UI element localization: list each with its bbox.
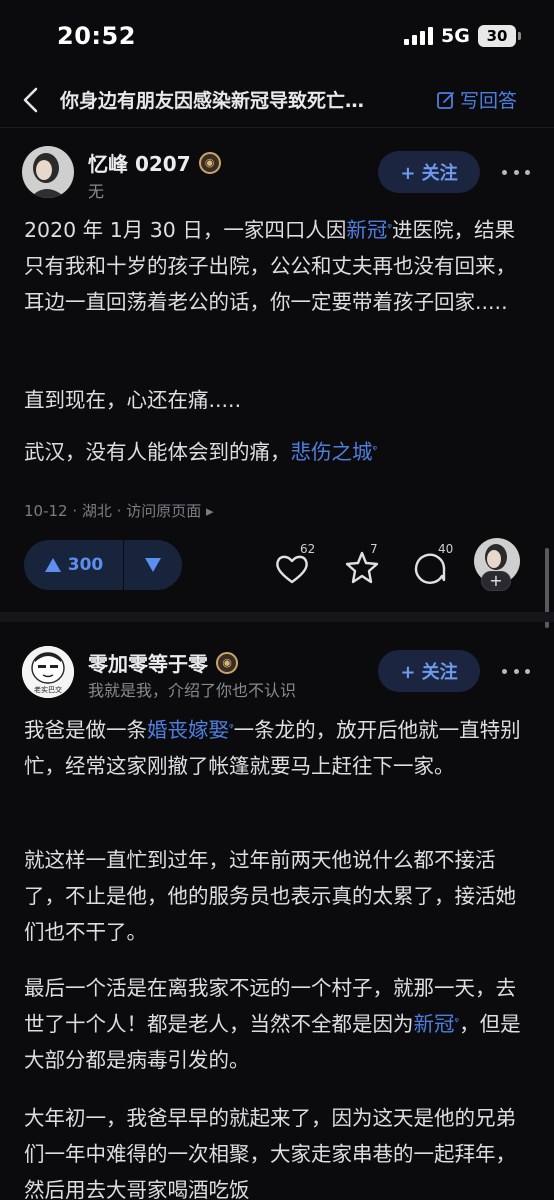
vote-count: 300 bbox=[67, 555, 104, 575]
favorite-count: 7 bbox=[370, 542, 378, 556]
answer-paragraph: 大年初一，我爸早早的就起来了，因为这天是他的兄弟们一年中难得的一次相聚，大家走家… bbox=[24, 1100, 532, 1200]
status-bar: 20:52 5G 30 bbox=[0, 0, 554, 72]
back-icon[interactable] bbox=[20, 86, 42, 114]
answer-divider bbox=[0, 612, 554, 622]
follow-button[interactable]: + 关注 bbox=[378, 151, 480, 193]
eye-badge-icon: ◉ bbox=[216, 651, 238, 674]
answer-paragraph: 2020 年 1月 30 日，一家四口人因新冠ᵠ进医院，结果只有我和十岁的孩子出… bbox=[24, 212, 532, 320]
edit-icon bbox=[437, 91, 454, 109]
avatar-meme: 老实巴交 bbox=[22, 646, 74, 698]
avatar-photo bbox=[22, 146, 74, 198]
search-glyph-icon: ᵠ bbox=[387, 221, 392, 234]
nav-bar: 你身边有朋友因感染新冠导致死亡… 写回答 bbox=[0, 72, 554, 128]
upvote-button[interactable]: 300 bbox=[24, 540, 124, 590]
text-segment: 直到现在，心还在痛..... bbox=[24, 388, 242, 412]
write-answer-label: 写回答 bbox=[460, 90, 518, 112]
answer-paragraph: 直到现在，心还在痛..... bbox=[24, 382, 532, 418]
text-segment: 我爸是做一条 bbox=[24, 718, 147, 742]
avatar[interactable] bbox=[22, 146, 74, 198]
author-name[interactable]: 忆峰 0207 bbox=[88, 148, 191, 177]
text-segment: 就这样一直忙到过年，过年前两天他说什么都不接活了，不止是他，他的服务员也表示真的… bbox=[24, 848, 516, 944]
battery-tip bbox=[518, 32, 521, 40]
battery-indicator: 30 bbox=[478, 25, 516, 47]
answer-paragraph: 最后一个活是在离我家不远的一个村子，就那一天，去世了十个人！都是老人，当然不全都… bbox=[24, 970, 532, 1078]
answer-paragraph: 武汉，没有人能体会到的痛，悲伤之城ᵠ bbox=[24, 434, 532, 470]
vote-control: 300 bbox=[24, 540, 182, 590]
link-text: 婚丧嫁娶 bbox=[147, 718, 229, 742]
more-icon[interactable] bbox=[502, 167, 530, 177]
like-count: 62 bbox=[300, 542, 316, 556]
search-glyph-icon: ᵠ bbox=[372, 443, 378, 456]
follow-plus-icon[interactable]: + bbox=[481, 571, 511, 591]
downvote-button[interactable] bbox=[124, 540, 182, 590]
topic-link[interactable]: 新冠ᵠ bbox=[346, 218, 392, 242]
topic-link[interactable]: 婚丧嫁娶ᵠ bbox=[147, 718, 234, 742]
signal-icon bbox=[404, 27, 433, 45]
link-text: 悲伤之城 bbox=[290, 440, 373, 464]
network-type: 5G bbox=[441, 25, 470, 47]
eye-badge-icon: ◉ bbox=[198, 151, 221, 174]
author-row: 忆峰 0207 ◉ bbox=[88, 148, 221, 177]
downvote-icon bbox=[145, 558, 161, 572]
author-row: 零加零等于零 ◉ bbox=[88, 648, 238, 677]
avatar[interactable]: 老实巴交 bbox=[22, 646, 74, 698]
link-text: 新冠 bbox=[413, 1012, 455, 1036]
answer-paragraph: 就这样一直忙到过年，过年前两天他说什么都不接活了，不止是他，他的服务员也表示真的… bbox=[24, 842, 532, 950]
favorite-button[interactable]: 7 bbox=[342, 542, 382, 588]
text-segment: 大年初一，我爸早早的就起来了，因为这天是他的兄弟们一年中难得的一次相聚，大家走家… bbox=[24, 1106, 516, 1200]
link-text: 新冠 bbox=[346, 218, 388, 242]
author-bio: 无 bbox=[88, 182, 105, 201]
search-glyph-icon: ᵠ bbox=[454, 1015, 460, 1028]
status-time: 20:52 bbox=[57, 22, 136, 50]
author-name[interactable]: 零加零等于零 bbox=[88, 648, 208, 677]
upvote-icon bbox=[44, 558, 61, 572]
answer-paragraph: 我爸是做一条婚丧嫁娶ᵠ一条龙的，放开后他就一直特别忙，经常这家刚撤了帐篷就要马上… bbox=[24, 712, 532, 784]
comment-button[interactable]: 40 bbox=[410, 542, 453, 588]
answer-meta[interactable]: 10-12 · 湖北 · 访问原页面 ▸ bbox=[24, 500, 214, 521]
author-bio: 我就是我，介绍了你也不认识 bbox=[88, 681, 297, 700]
search-glyph-icon: ᵠ bbox=[229, 721, 234, 734]
text-segment: 2020 年 1月 30 日，一家四口人因 bbox=[24, 218, 347, 242]
more-icon[interactable] bbox=[502, 666, 530, 676]
follow-button[interactable]: + 关注 bbox=[378, 650, 480, 692]
write-answer-button[interactable]: 写回答 bbox=[436, 86, 517, 113]
text-segment: 武汉，没有人能体会到的痛， bbox=[24, 440, 291, 464]
question-title[interactable]: 你身边有朋友因感染新冠导致死亡… bbox=[60, 86, 420, 113]
avatar-caption: 老实巴交 bbox=[34, 685, 62, 694]
topic-link[interactable]: 新冠ᵠ bbox=[414, 1012, 460, 1036]
like-button[interactable]: 62 bbox=[272, 542, 315, 588]
topic-link[interactable]: 悲伤之城ᵠ bbox=[291, 440, 378, 464]
comment-count: 40 bbox=[438, 542, 454, 556]
